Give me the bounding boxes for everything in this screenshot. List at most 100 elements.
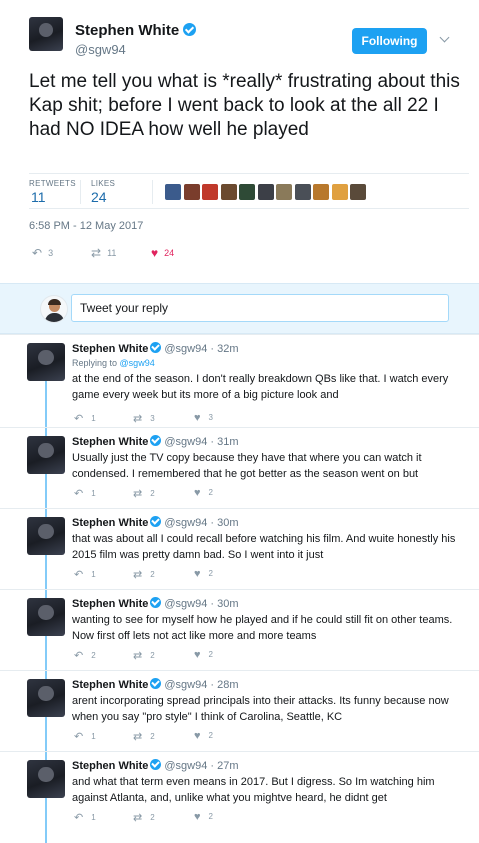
reply-action[interactable]: ↶ 2 <box>74 649 96 662</box>
reply-icon: ↶ <box>74 731 84 743</box>
divider <box>0 751 479 752</box>
reply-header[interactable]: Stephen White @sgw94 · 30m <box>72 597 239 610</box>
retweets-count[interactable]: 11 <box>31 189 46 205</box>
reply-text: and what that term even means in 2017. B… <box>72 776 435 804</box>
reply-author-avatar[interactable] <box>27 436 65 474</box>
liker-avatar[interactable] <box>202 184 218 200</box>
reply-action[interactable]: ↶ 1 <box>74 412 96 425</box>
author-handle[interactable]: @sgw94 <box>75 42 126 57</box>
liker-avatar[interactable] <box>239 184 255 200</box>
heart-icon: ♥ <box>194 730 201 742</box>
divider <box>0 508 479 509</box>
retweet-action[interactable]: ⇄ 11 <box>91 246 116 260</box>
chevron-down-icon[interactable] <box>440 34 450 44</box>
following-button[interactable]: Following <box>352 28 427 54</box>
retweet-action[interactable]: ⇄ 2 <box>133 568 155 581</box>
reply-author-name[interactable]: Stephen White <box>72 517 148 529</box>
author-name-row[interactable]: Stephen White <box>75 22 197 39</box>
reply-author-avatar[interactable] <box>27 517 65 555</box>
reply-author-name[interactable]: Stephen White <box>72 679 148 691</box>
reply-author-handle[interactable]: @sgw94 <box>164 598 207 610</box>
retweet-action[interactable]: ⇄ 2 <box>133 649 155 662</box>
reply-author-name[interactable]: Stephen White <box>72 436 148 448</box>
reply-author-handle[interactable]: @sgw94 <box>164 436 207 448</box>
reply-author-avatar[interactable] <box>27 760 65 798</box>
reply-author-handle[interactable]: @sgw94 <box>164 679 207 691</box>
retweet-action[interactable]: ⇄ 2 <box>133 811 155 824</box>
reply-time-separator: · <box>207 343 218 355</box>
author-avatar[interactable] <box>29 17 63 51</box>
retweet-action[interactable]: ⇄ 2 <box>133 487 155 500</box>
reply-author-avatar[interactable] <box>27 679 65 717</box>
like-action[interactable]: ♥ 2 <box>194 568 213 580</box>
liker-avatar[interactable] <box>183 184 200 200</box>
reply-time[interactable]: 28m <box>217 679 238 691</box>
reply-action[interactable]: ↶ 1 <box>74 568 96 581</box>
reply-time[interactable]: 30m <box>217 517 238 529</box>
reply-action[interactable]: ↶ 1 <box>74 487 96 500</box>
reply-author-avatar[interactable] <box>27 598 65 636</box>
divider <box>29 173 469 174</box>
author-name[interactable]: Stephen White <box>75 22 179 39</box>
likes-count[interactable]: 24 <box>91 189 107 205</box>
reply-action[interactable]: ↶ 1 <box>74 811 96 824</box>
reply-time-separator: · <box>207 598 218 610</box>
current-user-avatar <box>40 295 68 323</box>
liker-avatar[interactable] <box>257 184 274 200</box>
like-action[interactable]: ♥ 3 <box>194 412 213 424</box>
likes-label: LIKES <box>91 179 116 188</box>
heart-icon: ♥ <box>194 811 201 823</box>
divider <box>80 180 81 204</box>
reply-header[interactable]: Stephen White @sgw94 · 27m <box>72 759 239 772</box>
reply-text: wanting to see for myself how he played … <box>72 614 453 642</box>
reply-author-avatar[interactable] <box>27 343 65 381</box>
heart-icon: ♥ <box>194 649 201 661</box>
retweet-icon: ⇄ <box>91 246 102 260</box>
reply-header[interactable]: Stephen White @sgw94 · 30m <box>72 516 239 529</box>
reply-author-name[interactable]: Stephen White <box>72 760 148 772</box>
reply-time[interactable]: 32m <box>217 343 238 355</box>
reply-author-handle[interactable]: @sgw94 <box>164 343 207 355</box>
liker-avatar[interactable] <box>276 184 292 200</box>
like-action[interactable]: ♥ 2 <box>194 730 213 742</box>
reply-header[interactable]: Stephen White @sgw94 · 32m <box>72 342 239 355</box>
like-action[interactable]: ♥ 2 <box>194 649 213 661</box>
verified-badge-icon <box>150 678 162 689</box>
reply-icon: ↶ <box>74 812 84 824</box>
retweet-action[interactable]: ⇄ 3 <box>133 412 155 425</box>
liker-avatar[interactable] <box>313 184 329 200</box>
like-action[interactable]: ♥ 2 <box>194 487 213 499</box>
divider <box>0 670 479 671</box>
reply-header[interactable]: Stephen White @sgw94 · 28m <box>72 678 239 691</box>
reply-action[interactable]: ↶ 3 <box>32 246 53 260</box>
reply-author-name[interactable]: Stephen White <box>72 598 148 610</box>
reply-icon: ↶ <box>74 413 84 425</box>
reply-header[interactable]: Stephen White @sgw94 · 31m <box>72 435 239 448</box>
reply-author-handle[interactable]: @sgw94 <box>164 760 207 772</box>
heart-icon: ♥ <box>194 412 201 424</box>
like-action[interactable]: ♥ 24 <box>151 246 174 260</box>
reply-author-name[interactable]: Stephen White <box>72 343 148 355</box>
divider <box>0 334 479 335</box>
tweet-timestamp[interactable]: 6:58 PM - 12 May 2017 <box>29 220 143 232</box>
like-action[interactable]: ♥ 2 <box>194 811 213 823</box>
retweet-action[interactable]: ⇄ 2 <box>133 730 155 743</box>
reply-input[interactable]: Tweet your reply <box>71 294 449 322</box>
retweet-icon: ⇄ <box>133 413 143 425</box>
verified-badge-icon <box>150 759 162 770</box>
heart-icon: ♥ <box>151 246 159 260</box>
reply-time[interactable]: 30m <box>217 598 238 610</box>
verified-badge-icon <box>150 516 162 527</box>
liker-avatar[interactable] <box>350 184 366 200</box>
tweet-text: Let me tell you what is *really* frustra… <box>29 71 460 140</box>
replying-to-handle[interactable]: @sgw94 <box>120 358 155 368</box>
reply-author-handle[interactable]: @sgw94 <box>164 517 207 529</box>
liker-avatar[interactable] <box>220 184 237 200</box>
reply-icon: ↶ <box>74 569 84 581</box>
reply-action[interactable]: ↶ 1 <box>74 730 96 743</box>
liker-avatar[interactable] <box>294 184 311 200</box>
liker-avatar[interactable] <box>331 184 348 200</box>
reply-time[interactable]: 27m <box>217 760 238 772</box>
liker-avatar[interactable] <box>165 184 181 200</box>
reply-time[interactable]: 31m <box>217 436 238 448</box>
